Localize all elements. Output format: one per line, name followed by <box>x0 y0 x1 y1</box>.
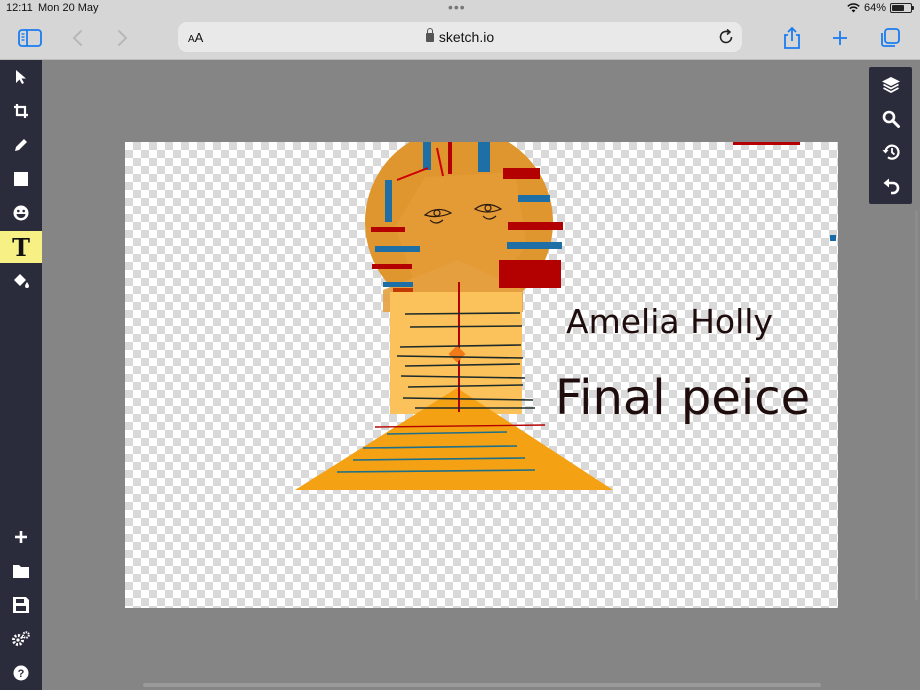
tool-crop[interactable] <box>0 95 42 127</box>
browser-toolbar: AA sketch.io <box>0 18 920 60</box>
url-display[interactable]: sketch.io <box>178 28 742 45</box>
status-time: 12:11 <box>6 2 33 14</box>
new-button[interactable] <box>0 521 42 553</box>
tool-text[interactable]: T <box>0 231 42 263</box>
tool-shape[interactable] <box>0 163 42 195</box>
save-button[interactable] <box>0 589 42 621</box>
new-tab-button[interactable] <box>826 24 854 52</box>
save-icon <box>13 597 29 613</box>
chevron-right-icon <box>118 30 128 46</box>
svg-text:?: ? <box>18 668 25 680</box>
battery-fill <box>892 5 904 11</box>
status-right: 64% <box>847 2 914 14</box>
vertical-scrollbar[interactable] <box>915 210 918 600</box>
canvas-stray-mark <box>830 235 836 241</box>
tool-sidebar: T ? <box>0 60 42 690</box>
history-button[interactable] <box>869 136 912 168</box>
crop-icon <box>14 104 28 118</box>
right-panel <box>869 67 912 204</box>
drawing-canvas[interactable]: Amelia Holly Final peice <box>125 142 838 608</box>
plus-icon <box>15 531 27 543</box>
history-icon <box>882 144 900 160</box>
plus-icon <box>833 31 847 45</box>
chevron-left-icon <box>72 30 82 46</box>
square-icon <box>14 172 28 186</box>
layers-icon <box>881 77 900 94</box>
tool-select[interactable] <box>0 61 42 93</box>
sidebar-toggle-button[interactable] <box>16 24 44 52</box>
back-button[interactable] <box>64 24 92 52</box>
help-icon: ? <box>13 665 29 681</box>
undo-icon <box>883 178 899 195</box>
status-bar: 12:11 Mon 20 May ••• 64% <box>0 0 920 18</box>
forward-button[interactable] <box>108 24 136 52</box>
layers-button[interactable] <box>869 69 912 101</box>
sidebar-icon <box>18 29 42 47</box>
paint-bucket-icon <box>14 274 29 288</box>
url-text: sketch.io <box>438 29 495 45</box>
zoom-button[interactable] <box>869 103 912 135</box>
lock-icon <box>425 28 434 42</box>
status-date: Mon 20 May <box>38 2 99 14</box>
tabs-icon <box>881 28 900 47</box>
cursor-icon <box>16 70 26 84</box>
canvas-name-text[interactable]: Amelia Holly <box>566 302 773 341</box>
open-button[interactable] <box>0 555 42 587</box>
share-icon <box>784 26 800 49</box>
tool-sticker[interactable] <box>0 197 42 229</box>
tool-pencil[interactable] <box>0 129 42 161</box>
undo-button[interactable] <box>869 170 912 202</box>
search-icon <box>882 110 900 128</box>
tool-fill[interactable] <box>0 265 42 297</box>
horizontal-scrollbar[interactable] <box>143 683 821 687</box>
canvas-title-text[interactable]: Final peice <box>555 370 810 426</box>
text-icon: T <box>12 232 30 262</box>
address-bar[interactable]: AA sketch.io <box>178 22 742 52</box>
emoji-icon <box>13 205 29 221</box>
multitask-dots-icon[interactable]: ••• <box>448 0 466 14</box>
wifi-icon <box>847 3 860 13</box>
settings-icon <box>12 631 30 646</box>
reload-icon[interactable] <box>716 27 736 47</box>
share-button[interactable] <box>778 24 806 52</box>
settings-button[interactable] <box>0 623 42 655</box>
pencil-icon <box>15 139 27 151</box>
battery-icon <box>890 3 914 13</box>
folder-icon <box>13 565 29 578</box>
help-button[interactable]: ? <box>0 657 42 689</box>
battery-percent: 64% <box>863 2 886 14</box>
tabs-overview-button[interactable] <box>876 24 904 52</box>
